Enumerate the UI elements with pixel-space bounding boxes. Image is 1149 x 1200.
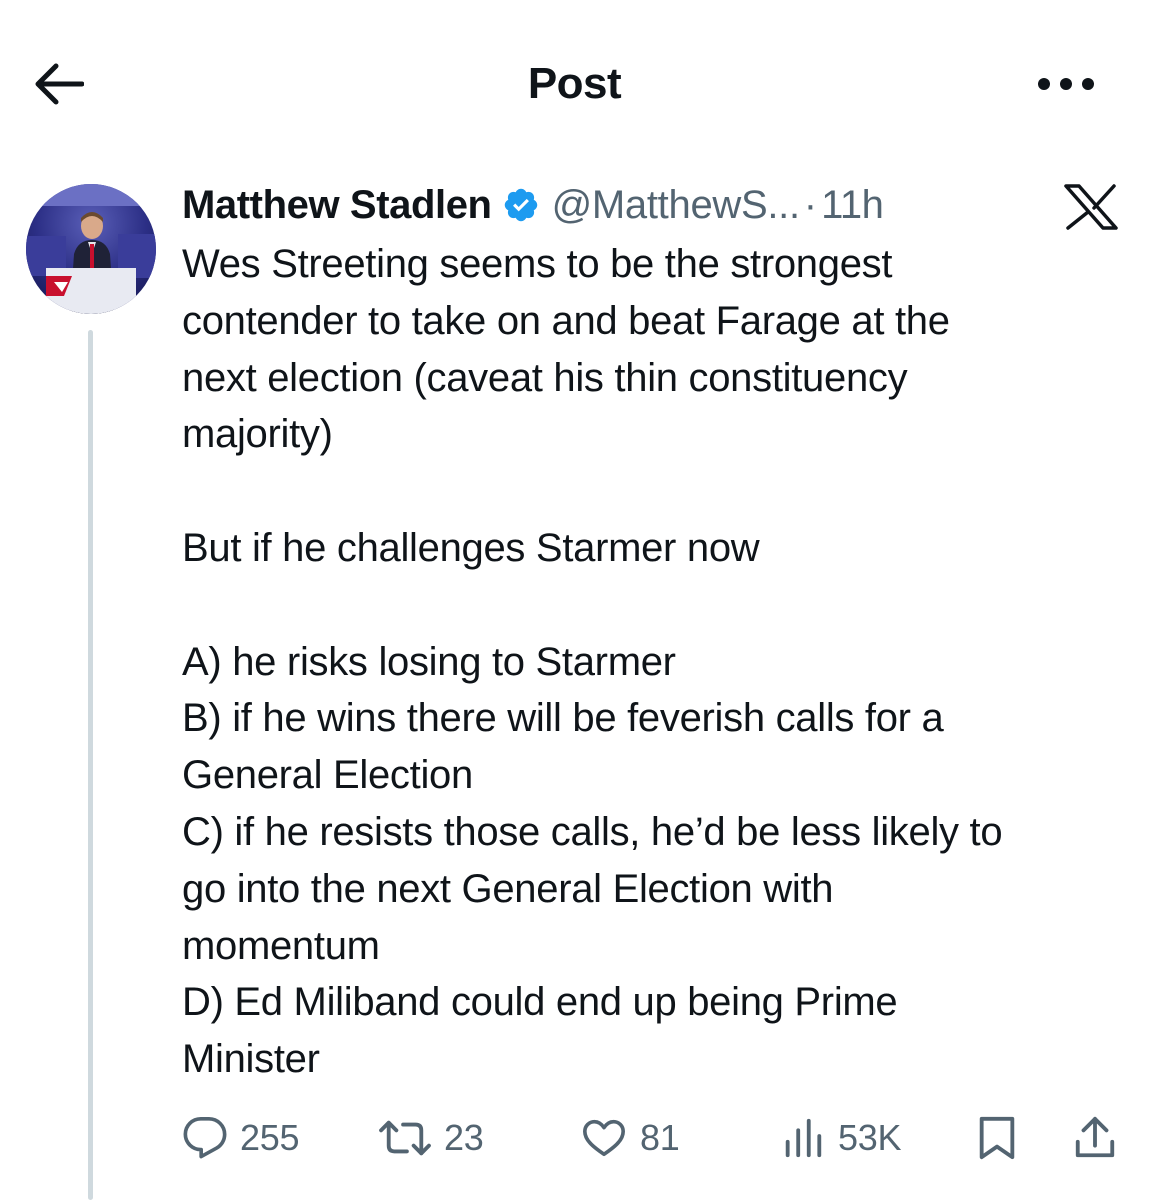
post-line: A) he risks losing to Starmer [182,639,676,684]
bookmark-icon [979,1116,1015,1160]
thread-connector-line [88,330,93,1200]
post-line: C) if he resists those calls, he’d be le… [182,809,1003,854]
author-handle[interactable]: @MatthewS... [552,183,801,228]
post-line: Wes Streeting seems to be the strongest [182,242,893,286]
like-button[interactable]: 81 [580,1108,680,1168]
heart-icon [583,1119,625,1157]
repost-count: 23 [444,1117,484,1158]
page-title: Post [527,59,622,108]
repost-icon [379,1120,431,1156]
views-chart-icon [785,1118,822,1158]
reply-button[interactable]: 255 [182,1108,299,1168]
views-count: 53K [838,1117,902,1158]
post-line: momentum [182,923,380,968]
reply-count: 255 [240,1117,300,1158]
post-line: Minister [182,1037,320,1082]
separator-dot: · [803,182,818,227]
avatar-photo [26,184,156,314]
post-line: General Election [182,753,473,798]
top-bar: Post [0,0,1149,170]
share-button[interactable] [1072,1108,1118,1168]
post-line: next election (caveat his thin constitue… [182,355,908,400]
post-paragraph: Wes Streeting seems to be the strongest … [182,236,1132,463]
post-timestamp[interactable]: 11h [821,183,884,228]
author-row: Matthew Stadlen @MatthewS... · 11h [182,180,884,230]
more-options-button[interactable] [1030,62,1102,106]
post-line: contender to take on and beat Farage at … [182,298,950,343]
post-line: But if he challenges Starmer now [182,525,760,570]
author-name[interactable]: Matthew Stadlen [182,183,492,228]
post-text: Wes Streeting seems to be the strongest … [182,236,1132,1088]
share-icon [1075,1116,1115,1158]
post-line: go into the next General Election with [182,866,834,911]
post-line: D) Ed Miliband could end up being Prime [182,980,898,1025]
bookmark-button[interactable] [974,1108,1020,1168]
post-line: B) if he wins there will be feverish cal… [182,696,944,741]
like-count: 81 [640,1117,680,1158]
reply-icon [183,1117,227,1159]
post-paragraph: But if he challenges Starmer now [182,520,1132,577]
x-logo-icon [1064,184,1118,230]
verified-badge-icon [504,188,537,222]
post-actions-bar: 255 23 81 53K [182,1108,1132,1168]
post-paragraph: A) he risks losing to Starmer B) if he w… [182,634,1132,1088]
more-horizontal-icon [1038,78,1094,90]
views-button[interactable]: 53K [780,1108,901,1168]
post-line: majority) [182,412,333,457]
author-avatar[interactable] [26,184,156,314]
repost-button[interactable]: 23 [378,1108,484,1168]
